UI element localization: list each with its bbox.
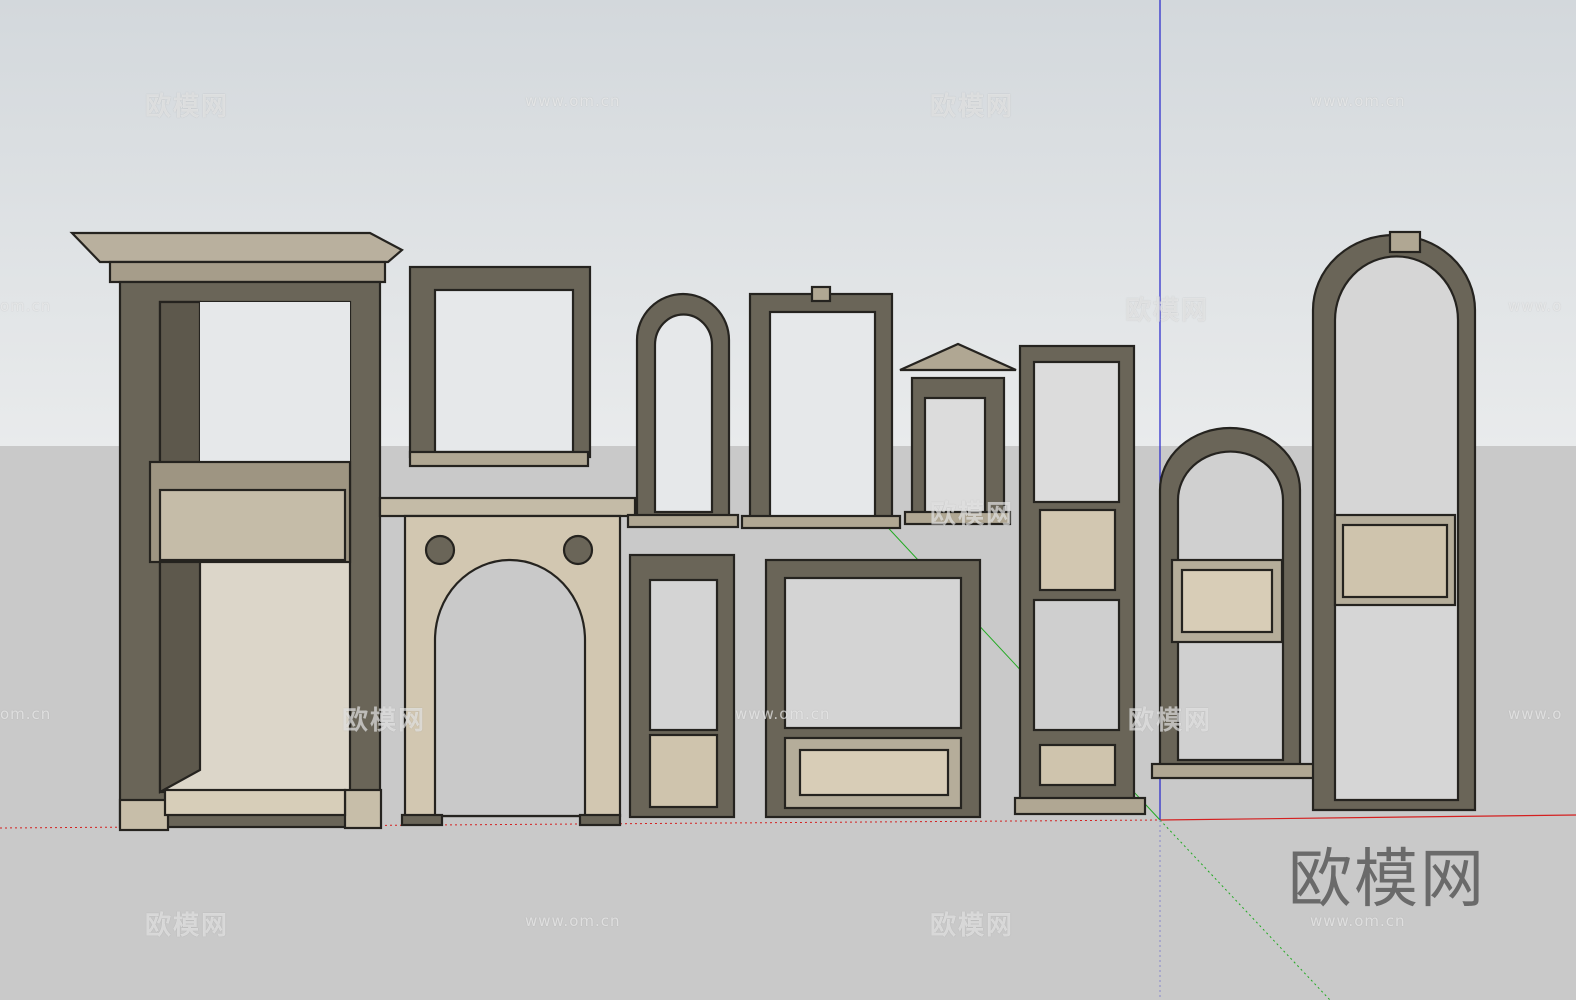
watermark: 欧模网: [1125, 296, 1210, 326]
watermark-url: www.om.cn: [1310, 92, 1406, 110]
watermark: 欧模网: [342, 706, 427, 736]
model-wide-frame[interactable]: [764, 558, 982, 819]
watermark-url: om.cn: [0, 705, 52, 723]
model-tall-shelf[interactable]: [1013, 344, 1147, 816]
watermark-url: www.om.cn: [525, 92, 621, 110]
watermark: 欧模网: [145, 911, 230, 941]
model-tall-bookcase[interactable]: [69, 231, 404, 832]
watermark: 欧模网: [930, 911, 1015, 941]
model-tall-arch[interactable]: [1311, 230, 1477, 812]
watermark-url: om.cn: [0, 297, 52, 315]
watermark-url: www.om.cn: [735, 705, 831, 723]
model-square-window[interactable]: [408, 265, 592, 468]
watermark-url: www.o: [1508, 297, 1563, 315]
model-narrow-door[interactable]: [628, 553, 736, 819]
brand-logo: 欧模网: [1288, 843, 1486, 917]
watermark: 欧模网: [145, 92, 230, 122]
model-fireplace[interactable]: [378, 496, 637, 827]
watermark: 欧模网: [930, 92, 1015, 122]
watermark: 欧模网: [1128, 706, 1213, 736]
model-arch-window[interactable]: [626, 292, 740, 529]
watermark-url: www.om.cn: [525, 912, 621, 930]
watermark: 欧模网: [930, 500, 1015, 530]
watermark-url: www.o: [1508, 705, 1563, 723]
model-rect-window[interactable]: [740, 285, 902, 530]
